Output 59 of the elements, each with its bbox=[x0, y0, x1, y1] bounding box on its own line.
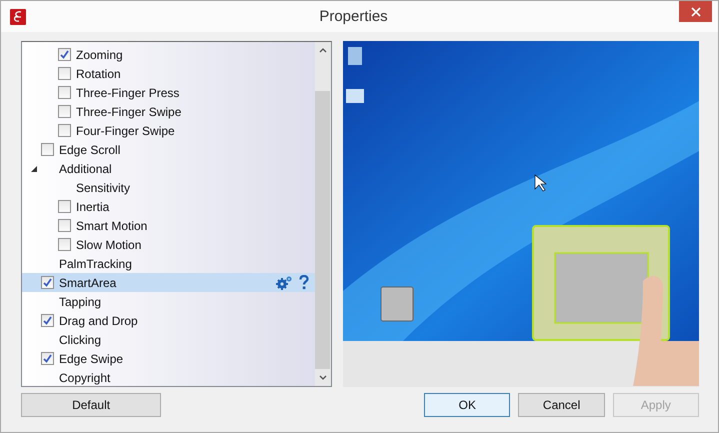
tree-item[interactable]: PalmTracking bbox=[22, 254, 315, 273]
tree-item[interactable]: Additional bbox=[22, 159, 315, 178]
item-label: Slow Motion bbox=[76, 238, 142, 252]
app-logo-icon bbox=[10, 9, 26, 25]
checkbox[interactable] bbox=[41, 314, 54, 327]
item-label: Sensitivity bbox=[76, 180, 130, 194]
scroll-thumb[interactable] bbox=[314, 91, 330, 369]
gears-icon[interactable] bbox=[274, 274, 293, 290]
checkbox[interactable] bbox=[58, 238, 71, 251]
item-label: Drag and Drop bbox=[59, 314, 138, 328]
checkbox[interactable] bbox=[41, 276, 54, 289]
help-icon[interactable] bbox=[298, 275, 309, 290]
dialog-button[interactable]: Default bbox=[21, 393, 162, 417]
tree-item[interactable]: Three-Finger Swipe bbox=[22, 102, 315, 121]
checkbox[interactable] bbox=[58, 105, 71, 118]
item-label: Three-Finger Press bbox=[76, 86, 180, 100]
tree-item[interactable]: Smart Motion bbox=[22, 216, 315, 235]
close-icon bbox=[690, 6, 700, 16]
item-label: Edge Scroll bbox=[59, 142, 120, 156]
tree-item[interactable]: Sensitivity bbox=[22, 178, 315, 197]
close-button[interactable] bbox=[679, 1, 712, 22]
tree-item[interactable]: SmartArea bbox=[22, 273, 315, 292]
dialog-button[interactable]: Cancel bbox=[518, 393, 605, 417]
checkbox[interactable] bbox=[58, 219, 71, 232]
scrollbar[interactable] bbox=[314, 42, 331, 386]
checkbox[interactable] bbox=[58, 67, 71, 80]
checkbox[interactable] bbox=[58, 86, 71, 99]
item-label: PalmTracking bbox=[59, 256, 132, 270]
item-label: Rotation bbox=[76, 66, 121, 80]
window-title: Properties bbox=[318, 7, 389, 25]
checkbox[interactable] bbox=[41, 143, 54, 156]
item-label: Zooming bbox=[76, 48, 123, 62]
tree-item[interactable]: Clicking bbox=[22, 330, 315, 349]
tree-item[interactable]: Slow Motion bbox=[22, 235, 315, 254]
item-label: SmartArea bbox=[59, 276, 116, 290]
item-label: Inertia bbox=[76, 200, 110, 214]
item-label: Smart Motion bbox=[76, 218, 148, 232]
checkbox[interactable] bbox=[58, 48, 71, 61]
tree-item[interactable]: Copyright bbox=[22, 368, 315, 386]
item-label: Clicking bbox=[59, 332, 102, 346]
item-label: Tapping bbox=[59, 294, 102, 308]
checkbox[interactable] bbox=[58, 200, 71, 213]
tree-item[interactable]: Four-Finger Swipe bbox=[22, 121, 315, 140]
tree-item[interactable]: Zooming bbox=[22, 45, 315, 64]
checkbox[interactable] bbox=[41, 352, 54, 365]
item-label: Four-Finger Swipe bbox=[76, 124, 175, 138]
tree-item[interactable]: Edge Scroll bbox=[22, 140, 315, 159]
item-label: Copyright bbox=[59, 370, 110, 384]
tree-item[interactable]: Edge Swipe bbox=[22, 349, 315, 368]
tree-item[interactable]: Inertia bbox=[22, 197, 315, 216]
tree-item[interactable]: Tapping bbox=[22, 292, 315, 311]
item-label: Edge Swipe bbox=[59, 352, 124, 366]
item-label: Additional bbox=[59, 162, 112, 176]
tree-item[interactable]: Drag and Drop bbox=[22, 311, 315, 330]
tree-item[interactable]: Rotation bbox=[22, 64, 315, 83]
dialog-button[interactable]: OK bbox=[424, 393, 510, 417]
tree-item[interactable]: Three-Finger Press bbox=[22, 83, 315, 102]
item-label: Three-Finger Swipe bbox=[76, 104, 182, 118]
checkbox[interactable] bbox=[58, 124, 71, 137]
